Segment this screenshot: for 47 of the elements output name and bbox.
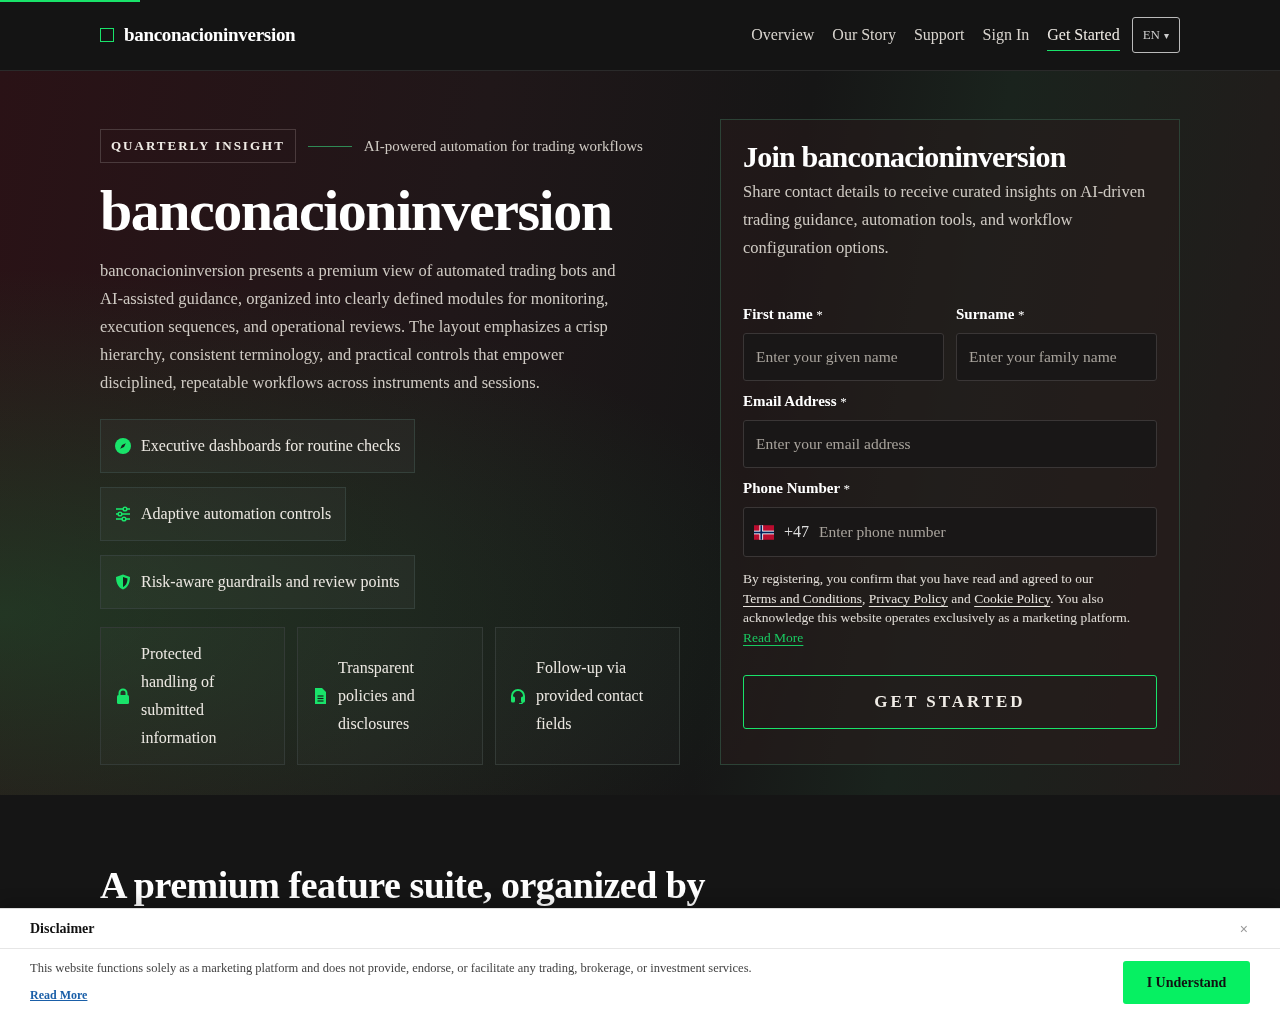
compass-icon: [115, 437, 131, 454]
disclaimer-title: Disclaimer: [30, 920, 95, 937]
hero-description: banconacioninversion presents a premium view of automated trading bots and AI-assisted guidance, organized into clearly defined modules for monitoring, execution sequences, and operational reviews. The layout emphasizes a crisp hierarchy, consistent terminology, and practical controls that empower disciplined, repeatable workflows across instruments and sessions.: [100, 259, 617, 394]
text-field[interactable]: Enter your family name: [956, 333, 1157, 381]
field-label: Surname *: [956, 306, 1026, 323]
assurance-text: Protected handling of submitted information: [141, 643, 218, 748]
consent-text: By registering, you confirm that you have read and agreed to our Terms and Conditions, Privacy Policy and Cookie Policy. You also acknowledge this website operates exclusively as a marketing platform. Read More: [743, 570, 1132, 647]
hero-title: banconacioninversion: [100, 179, 613, 243]
field-label: First name *: [743, 306, 824, 323]
feature-label: Adaptive automation controls: [141, 504, 332, 523]
policy-link[interactable]: Privacy Policy: [868, 590, 948, 606]
phone-input[interactable]: Enter phone number: [819, 523, 1146, 541]
text-field[interactable]: Enter your email address: [743, 420, 1157, 468]
nav-link[interactable]: Get Started: [1047, 19, 1120, 51]
field-label: Email Address *: [743, 393, 848, 410]
sliders-icon: [115, 505, 131, 522]
feature-label: Risk-aware guardrails and review points: [141, 572, 400, 591]
assurance-text: Transparent policies and disclosures: [338, 657, 416, 734]
language-select[interactable]: EN ▾: [1131, 17, 1180, 53]
nav-link[interactable]: Support: [913, 19, 965, 51]
form-intro: Share contact details to receive curated insights on AI-driven trading guidance, automation tools, and workflow configuration options.: [743, 181, 1147, 259]
flag-icon: [754, 524, 774, 540]
understand-button[interactable]: I Understand: [1123, 961, 1250, 1004]
dial-code: +47: [784, 523, 810, 541]
headset-icon: [510, 687, 526, 704]
shield-icon: [115, 573, 131, 590]
field-label: Phone Number *: [743, 480, 852, 497]
form-title: Join banconacioninversion: [743, 140, 1067, 174]
phone-field[interactable]: +47 Enter phone number: [743, 507, 1157, 557]
nav-link[interactable]: Sign In: [982, 19, 1030, 51]
document-icon: [312, 687, 328, 704]
get-started-button[interactable]: GET STARTED: [743, 675, 1157, 729]
read-more-link[interactable]: Read More: [30, 988, 88, 1003]
nav-link[interactable]: Overview: [751, 19, 815, 51]
section-badge: QUARTERLY INSIGHT: [100, 129, 296, 163]
assurance-text: Follow-up via provided contact fields: [536, 657, 645, 734]
read-more-link[interactable]: Read More: [743, 629, 804, 645]
feature-label: Executive dashboards for routine checks: [141, 436, 401, 455]
policy-link[interactable]: Cookie Policy: [974, 590, 1051, 606]
disclaimer-text: This website functions solely as a marketing platform and does not provide, endorse, or facilitate any trading, brokerage, or investment services.: [30, 961, 752, 976]
nav-link[interactable]: Our Story: [832, 19, 896, 51]
lock-icon: [115, 687, 131, 704]
brand-name[interactable]: banconacioninversion: [124, 24, 296, 46]
text-field[interactable]: Enter your given name: [743, 333, 944, 381]
logo-icon: [100, 28, 114, 42]
tagline: AI-powered automation for trading workflows: [363, 137, 643, 155]
section-heading: A premium feature suite, organized by: [100, 863, 706, 907]
